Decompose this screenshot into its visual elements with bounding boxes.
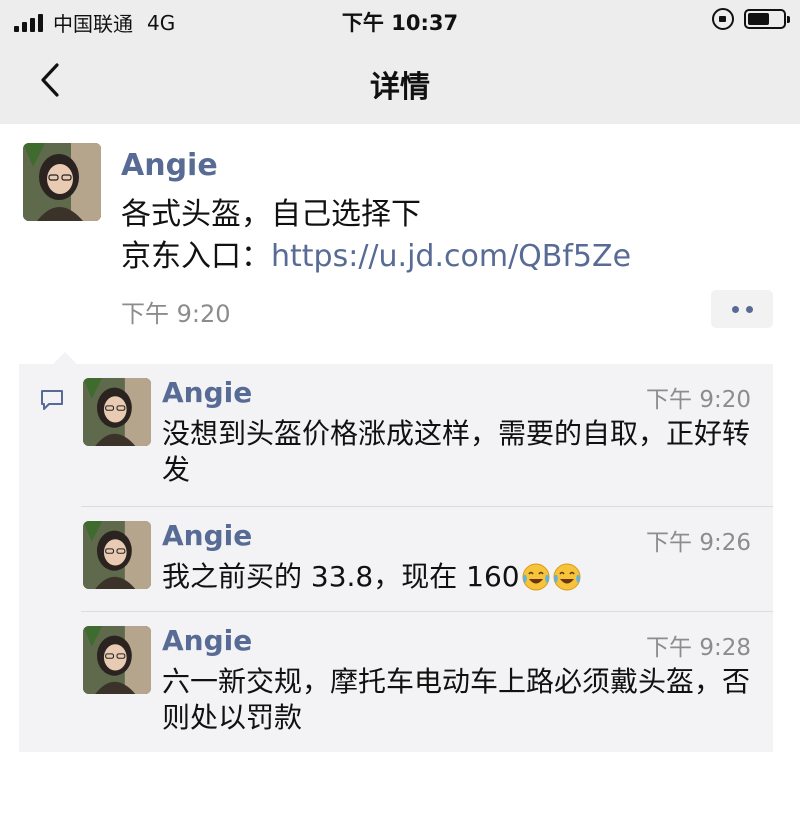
comment-icon [41,390,63,410]
comment-text: 没想到头盔价格涨成这样，需要的自取，正好转发 [162,417,751,486]
comment-item[interactable]: Angie 下午 9:26 我之前买的 33.8，现在 160 [81,507,773,612]
comments-section: Angie 下午 9:20 没想到头盔价格涨成这样，需要的自取，正好转发 Ang… [19,352,773,752]
post-timestamp: 下午 9:20 [121,300,231,328]
comment-author[interactable]: Angie [162,376,252,409]
status-right [712,8,790,30]
comment-author[interactable]: Angie [162,519,252,552]
more-actions-button[interactable] [711,290,773,328]
comment-timestamp: 下午 9:28 [646,635,751,661]
comment-item[interactable]: Angie 下午 9:28 六一新交规，摩托车电动车上路必须戴头盔，否则处以罚款 [81,612,773,752]
post-content: 各式头盔，自己选择下 京东入口：https://u.jd.com/QBf5Ze [121,194,781,278]
comments-pointer [53,352,77,364]
comment-timestamp: 下午 9:26 [646,530,751,556]
status-time: 下午 10:37 [341,11,459,35]
post-link-prefix: 京东入口： [121,239,271,274]
avatar[interactable] [83,521,151,589]
avatar[interactable] [83,626,151,694]
comment-text: 六一新交规，摩托车电动车上路必须戴头盔，否则处以罚款 [162,665,751,734]
comment-author[interactable]: Angie [162,624,252,657]
avatar[interactable] [23,143,101,221]
orientation-lock-icon [712,8,734,30]
comment-text-content: 我之前买的 33.8，现在 160 [162,560,520,593]
post-author[interactable]: Angie [121,148,218,183]
face-with-tears-of-joy-icon [553,563,581,591]
comment-item[interactable]: Angie 下午 9:20 没想到头盔价格涨成这样，需要的自取，正好转发 [81,364,773,507]
nav-bar: 详情 [0,40,800,124]
battery-icon [744,9,790,29]
avatar[interactable] [83,378,151,446]
post-link[interactable]: https://u.jd.com/QBf5Ze [271,239,631,274]
comment-text: 我之前买的 33.8，现在 160 [162,559,760,595]
page-title: 详情 [370,70,430,105]
face-with-tears-of-joy-icon [522,563,550,591]
post-line: 京东入口：https://u.jd.com/QBf5Ze [121,236,781,278]
status-bar: 中国联通 4G 下午 10:37 [0,0,800,40]
comment-timestamp: 下午 9:20 [646,387,751,413]
post-line: 各式头盔，自己选择下 [121,197,421,232]
